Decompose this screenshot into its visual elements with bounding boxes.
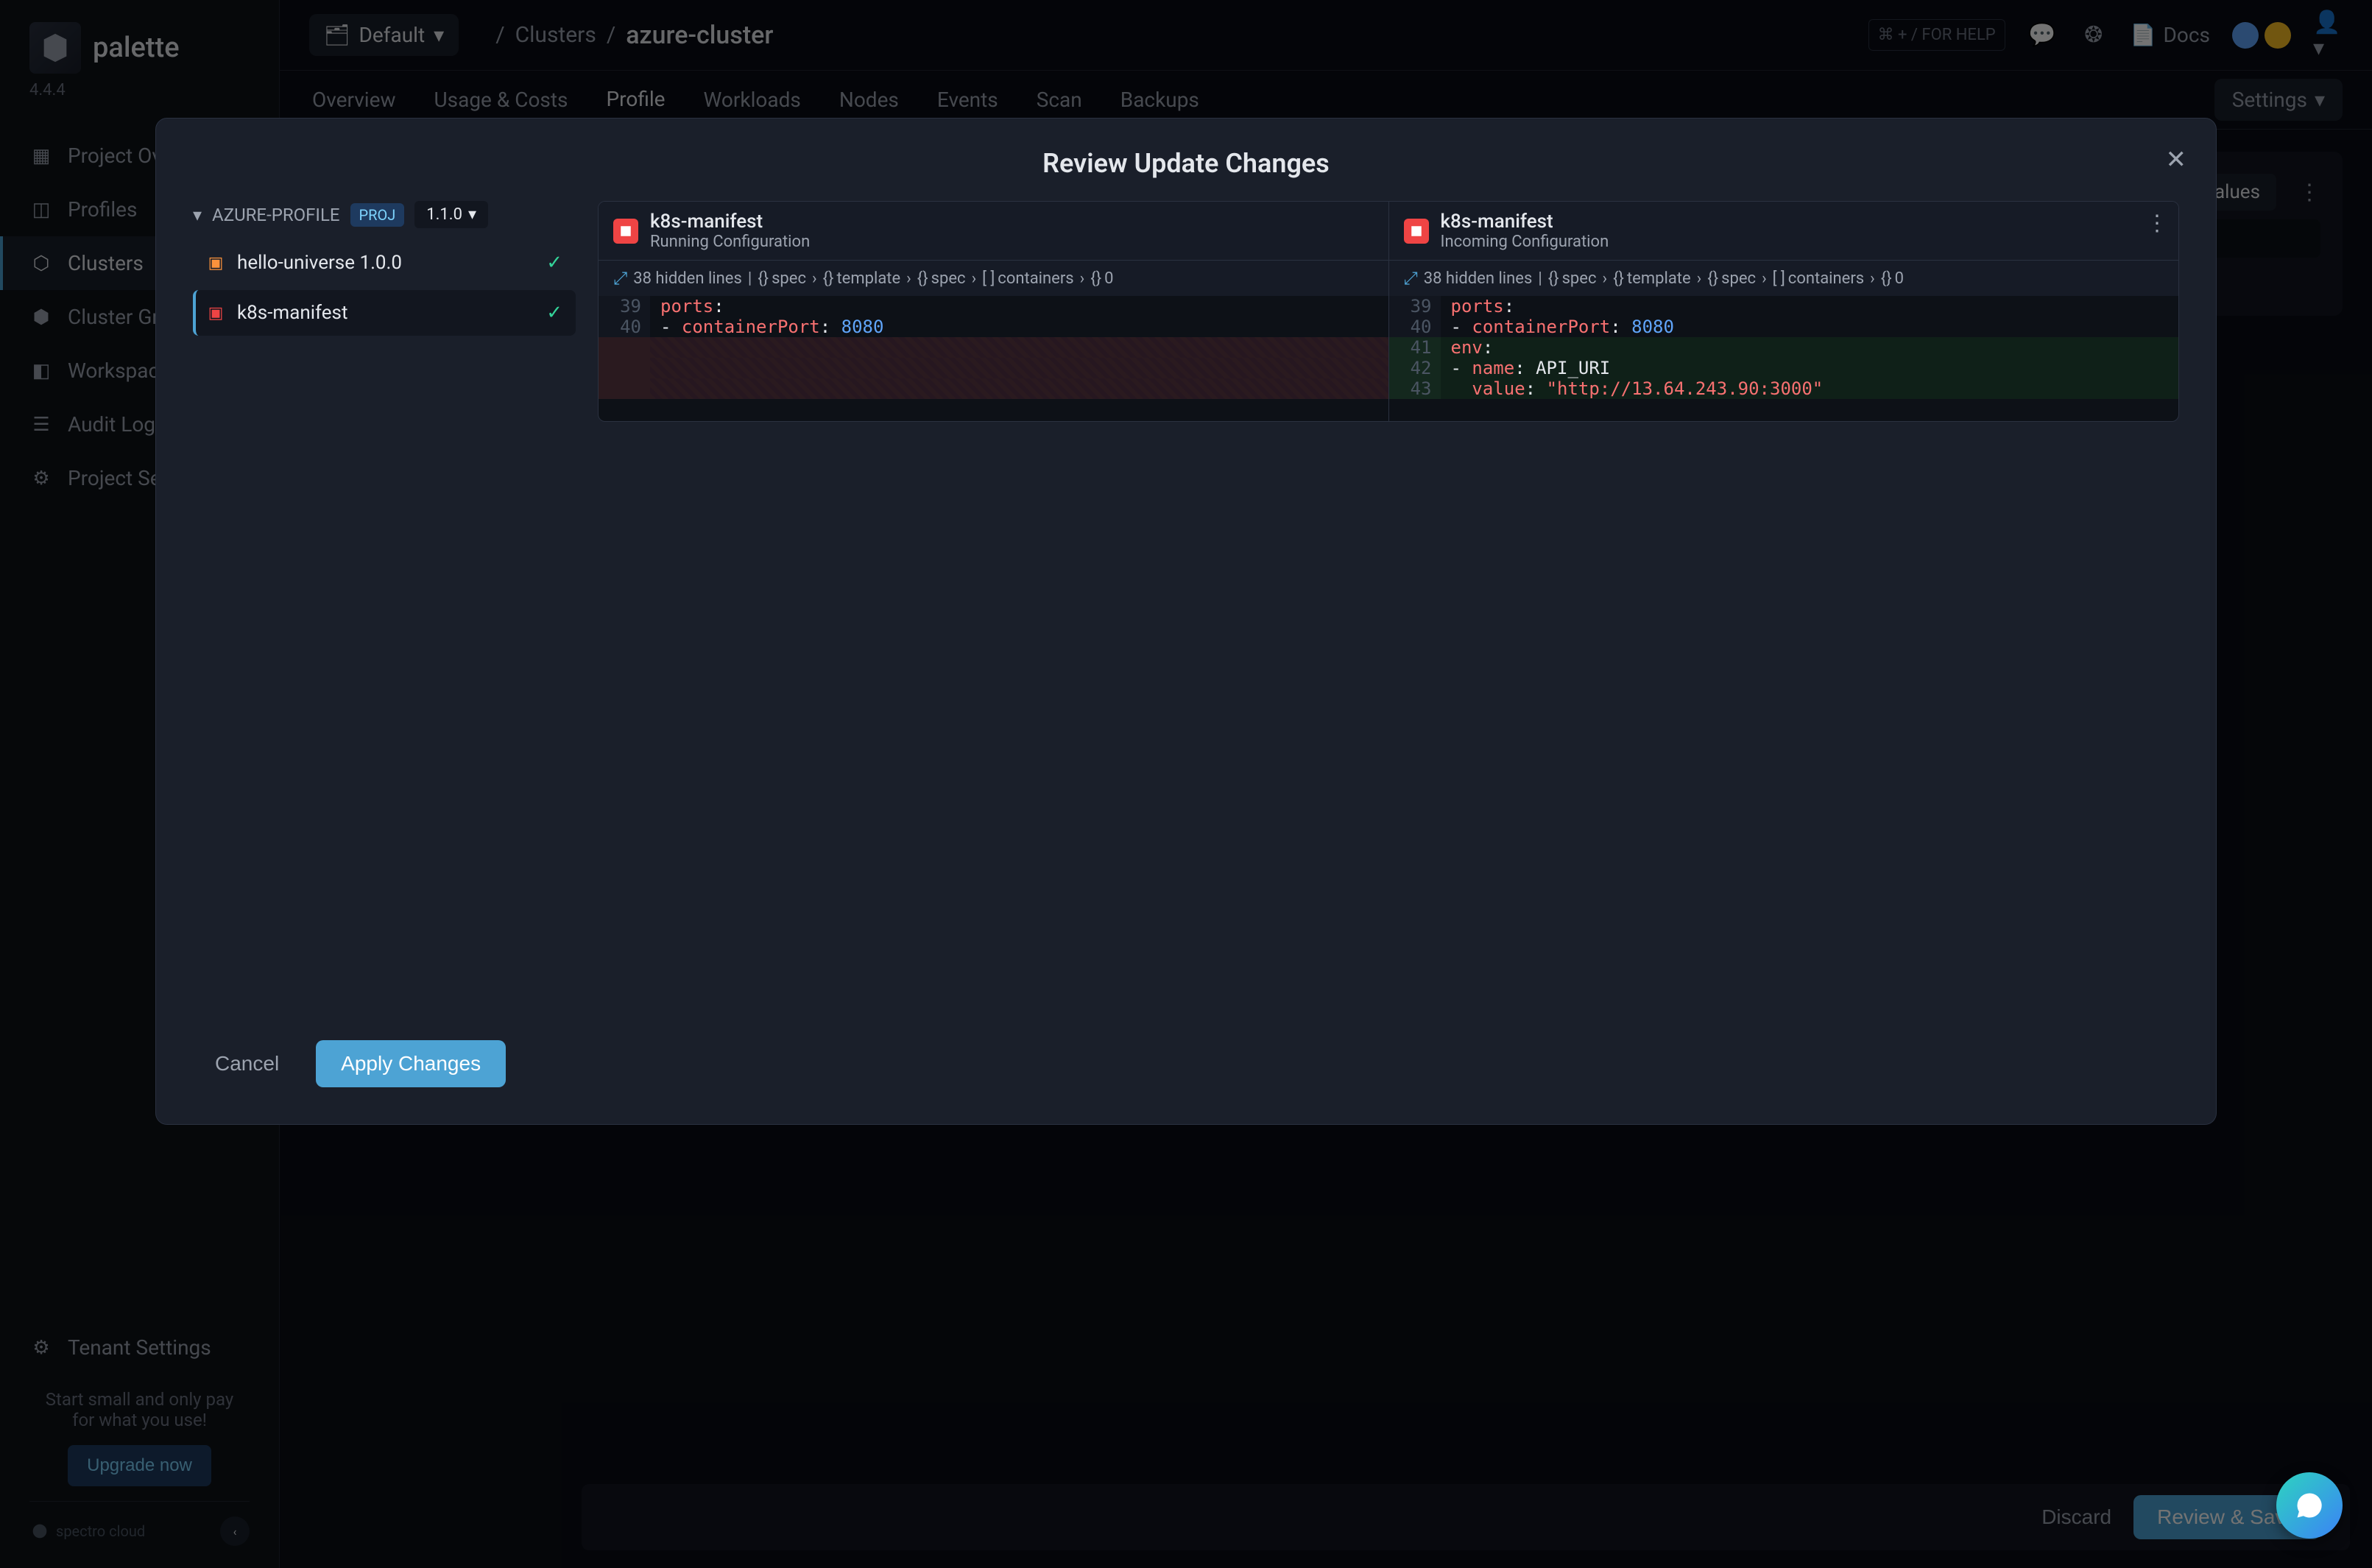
- chevron-right-icon: ›: [1602, 269, 1607, 288]
- diff-line-added: 41 env:: [1389, 337, 2179, 358]
- crumb-token: {} spec: [1548, 269, 1597, 288]
- close-icon[interactable]: ✕: [2166, 145, 2187, 174]
- file-icon: ▣: [206, 253, 225, 272]
- diff-title: k8s-manifest: [650, 211, 810, 233]
- diff-header: k8s-manifest Incoming Configuration: [1389, 202, 2179, 260]
- chevron-down-icon[interactable]: ▾: [193, 205, 202, 225]
- diff-view: k8s-manifest Running Configuration ⤢ 38 …: [598, 201, 2179, 422]
- modal-tree: ▾ AZURE-PROFILE PROJ 1.1.0 ▾ ▣ hello-uni…: [193, 201, 576, 1011]
- line-number: 40: [599, 317, 650, 337]
- chevron-right-icon: ›: [972, 269, 977, 288]
- line-content: ports:: [1441, 296, 2179, 317]
- tree-item-label: hello-universe 1.0.0: [237, 252, 402, 274]
- chevron-right-icon: ›: [1080, 269, 1085, 288]
- diff-pane-running: k8s-manifest Running Configuration ⤢ 38 …: [599, 202, 1389, 421]
- line-content: - containerPort: 8080: [650, 317, 1388, 337]
- line-number: 39: [599, 296, 650, 317]
- file-icon: [613, 219, 638, 244]
- crumb-sep: |: [1538, 269, 1542, 288]
- crumb-sep: |: [748, 269, 752, 288]
- diff-breadcrumb[interactable]: ⤢ 38 hidden lines | {} spec › {} templat…: [1389, 260, 2179, 296]
- crumb-token: {} spec: [917, 269, 966, 288]
- diff-code: 39 ports: 40 - containerPort: 8080: [599, 296, 1388, 399]
- line-content: ports:: [650, 296, 1388, 317]
- diff-line-added: 42 - name: API_URI: [1389, 358, 2179, 378]
- version-value: 1.1.0: [426, 205, 462, 224]
- chevron-right-icon: ›: [812, 269, 817, 288]
- diff-line: 39 ports:: [599, 296, 1388, 317]
- line-content: [650, 378, 1388, 399]
- help-fab[interactable]: [2276, 1472, 2343, 1539]
- more-icon[interactable]: ⋮: [2146, 211, 2168, 236]
- crumb-token: [ ] containers: [982, 269, 1073, 288]
- diff-pane-incoming: ⋮ k8s-manifest Incoming Configuration ⤢ …: [1389, 202, 2179, 421]
- diff-line-added: 43 value: "http://13.64.243.90:3000": [1389, 378, 2179, 399]
- tree-item-k8s-manifest[interactable]: ▣ k8s-manifest ✓: [193, 290, 576, 336]
- file-icon: ▣: [206, 303, 225, 322]
- diff-subtitle: Running Configuration: [650, 233, 810, 251]
- diff-header: k8s-manifest Running Configuration: [599, 202, 1388, 260]
- diff-line-removed: [599, 378, 1388, 399]
- diff-code: 39 ports: 40 - containerPort: 8080 41 en…: [1389, 296, 2179, 399]
- line-number: 39: [1389, 296, 1441, 317]
- diff-title-block: k8s-manifest Incoming Configuration: [1441, 211, 1609, 251]
- expand-icon[interactable]: ⤢: [1404, 268, 1418, 289]
- modal-title: Review Update Changes: [193, 148, 2179, 179]
- version-selector[interactable]: 1.1.0 ▾: [414, 201, 488, 228]
- crumb-token: {} 0: [1881, 269, 1904, 288]
- line-number: [599, 378, 650, 399]
- chevron-down-icon: ▾: [468, 205, 476, 224]
- line-number: 42: [1389, 358, 1441, 378]
- profile-name: AZURE-PROFILE: [212, 205, 339, 225]
- crumb-token: {} template: [1613, 269, 1691, 288]
- modal-overlay: Review Update Changes ✕ ▾ AZURE-PROFILE …: [0, 0, 2372, 1568]
- diff-line-removed: [599, 358, 1388, 378]
- line-content: value: "http://13.64.243.90:3000": [1441, 378, 2179, 399]
- modal-body: ▾ AZURE-PROFILE PROJ 1.1.0 ▾ ▣ hello-uni…: [193, 201, 2179, 1011]
- line-content: env:: [1441, 337, 2179, 358]
- line-number: 41: [1389, 337, 1441, 358]
- cancel-button[interactable]: Cancel: [193, 1040, 301, 1087]
- chevron-right-icon: ›: [1762, 269, 1767, 288]
- diff-line: 40 - containerPort: 8080: [1389, 317, 2179, 337]
- project-tag: PROJ: [350, 203, 405, 227]
- file-icon: [1404, 219, 1429, 244]
- chevron-right-icon: ›: [1697, 269, 1702, 288]
- crumb-token: [ ] containers: [1773, 269, 1864, 288]
- modal-footer: Cancel Apply Changes: [193, 1040, 2179, 1087]
- crumb-token: {} spec: [758, 269, 806, 288]
- crumb-token: {} 0: [1090, 269, 1113, 288]
- line-content: - containerPort: 8080: [1441, 317, 2179, 337]
- diff-line: 39 ports:: [1389, 296, 2179, 317]
- chat-bubble-icon: [2293, 1489, 2326, 1522]
- tree-item-label: k8s-manifest: [237, 302, 347, 324]
- line-content: [650, 337, 1388, 358]
- chevron-right-icon: ›: [906, 269, 911, 288]
- diff-breadcrumb[interactable]: ⤢ 38 hidden lines | {} spec › {} templat…: [599, 260, 1388, 296]
- tree-item-hello-universe[interactable]: ▣ hello-universe 1.0.0 ✓: [193, 240, 576, 286]
- review-changes-modal: Review Update Changes ✕ ▾ AZURE-PROFILE …: [155, 118, 2217, 1125]
- tree-header: ▾ AZURE-PROFILE PROJ 1.1.0 ▾: [193, 201, 576, 228]
- diff-subtitle: Incoming Configuration: [1441, 233, 1609, 251]
- apply-changes-button[interactable]: Apply Changes: [316, 1040, 506, 1087]
- check-icon: ✓: [546, 252, 562, 274]
- crumb-token: {} spec: [1707, 269, 1756, 288]
- diff-line: 40 - containerPort: 8080: [599, 317, 1388, 337]
- chevron-right-icon: ›: [1870, 269, 1875, 288]
- line-number: [599, 337, 650, 358]
- line-number: [599, 358, 650, 378]
- line-content: - name: API_URI: [1441, 358, 2179, 378]
- diff-line-removed: [599, 337, 1388, 358]
- check-icon: ✓: [546, 302, 562, 324]
- line-number: 43: [1389, 378, 1441, 399]
- line-content: [650, 358, 1388, 378]
- line-number: 40: [1389, 317, 1441, 337]
- diff-title: k8s-manifest: [1441, 211, 1609, 233]
- crumb-token: {} template: [823, 269, 901, 288]
- hidden-lines-label: 38 hidden lines: [633, 269, 742, 288]
- hidden-lines-label: 38 hidden lines: [1424, 269, 1533, 288]
- diff-title-block: k8s-manifest Running Configuration: [650, 211, 810, 251]
- expand-icon[interactable]: ⤢: [613, 268, 627, 289]
